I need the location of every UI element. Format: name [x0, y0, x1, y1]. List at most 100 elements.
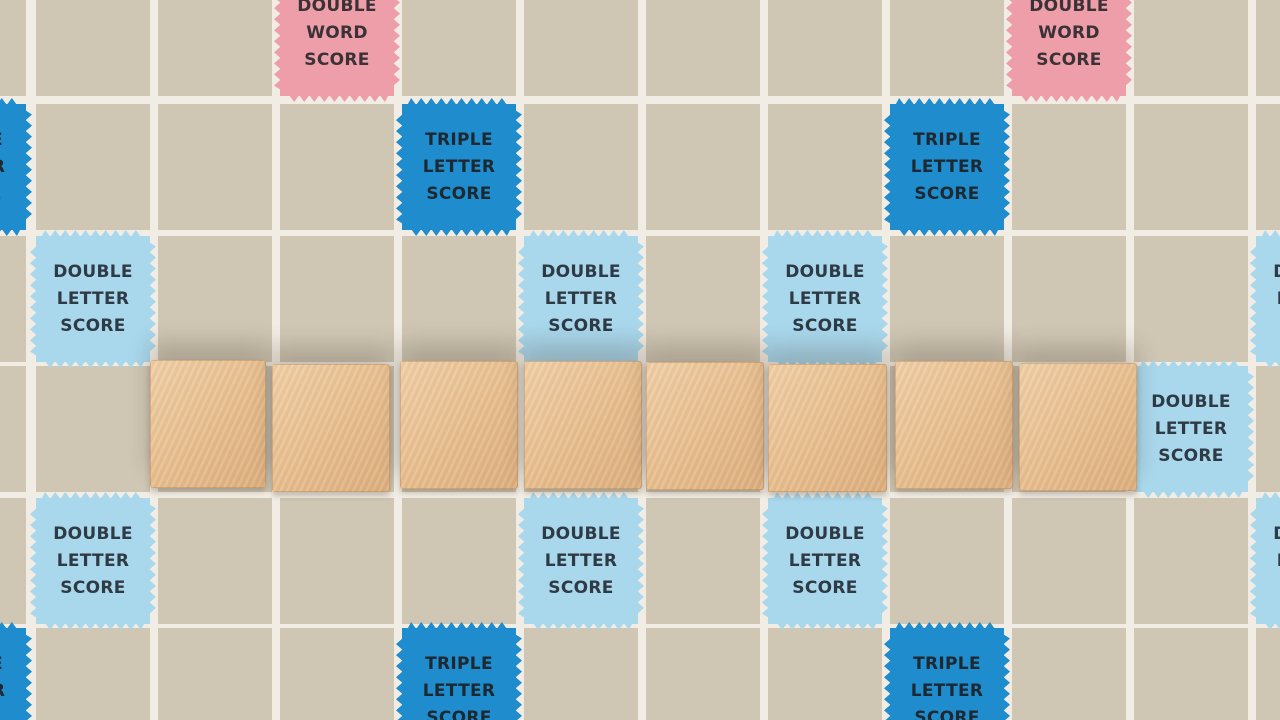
- board-square: [36, 0, 150, 96]
- premium-label: DOUBLELETTERSCORE: [1151, 389, 1231, 470]
- blank-wooden-tile[interactable]: [1019, 363, 1137, 491]
- premium-label-line: DOUBLE: [1151, 391, 1231, 412]
- board-square: [0, 366, 26, 492]
- triple-letter-square: TRIPLELETTERSCORE: [402, 104, 516, 230]
- premium-label: TRIPLELETTERSCORE: [0, 651, 5, 720]
- premium-label-line: SCORE: [304, 49, 370, 70]
- board-square: [158, 104, 272, 230]
- premium-label-line: DOUBLE: [785, 261, 865, 282]
- premium-label-line: TRIPLE: [0, 127, 3, 154]
- board-square: [1256, 366, 1280, 492]
- blank-wooden-tile[interactable]: [400, 361, 518, 489]
- board-square: [36, 104, 150, 230]
- board-square: [1012, 628, 1126, 720]
- board-square: [1256, 104, 1280, 230]
- premium-label: DOUBLELETTERSCORE: [1273, 259, 1280, 340]
- board-square: [158, 0, 272, 96]
- premium-label: TRIPLELETTERSCORE: [423, 127, 496, 208]
- board-square: [280, 236, 394, 362]
- premium-label: TRIPLELETTERSCORE: [911, 127, 984, 208]
- board-square: [768, 104, 882, 230]
- board-square: [1134, 498, 1248, 624]
- premium-label-line: DOUBLE: [297, 0, 377, 16]
- board-square: [158, 236, 272, 362]
- double-letter-square: DOUBLE LETTER SCORE: [768, 498, 882, 624]
- premium-label-line: DOUBLE: [53, 261, 133, 282]
- board-square: [402, 498, 516, 624]
- premium-label-line: SCORE: [548, 315, 614, 336]
- premium-label-line: LETTER: [544, 288, 618, 309]
- premium-label-line: DOUBLE: [541, 261, 621, 282]
- premium-label-line: LETTER: [1154, 418, 1228, 439]
- triple-letter-square: TRIPLELETTERSCORE: [0, 104, 26, 230]
- board-square: [1134, 0, 1248, 96]
- premium-label: DOUBLELETTERSCORE: [1273, 521, 1280, 602]
- board-square: [1256, 0, 1280, 96]
- board-square: [36, 628, 150, 720]
- premium-label-line: SCORE: [914, 183, 980, 204]
- board-square: [1012, 104, 1126, 230]
- blank-wooden-tile[interactable]: [524, 361, 642, 489]
- double-letter-square: DOUBLELETTERSCORE: [524, 498, 638, 624]
- blank-wooden-tile[interactable]: [895, 361, 1013, 489]
- premium-label: DOUBLE LETTER SCORE: [541, 259, 621, 340]
- premium-label-line: LETTER: [788, 550, 862, 571]
- premium-label-line: SCORE: [426, 183, 492, 204]
- premium-label-line: SCORE: [792, 315, 858, 336]
- double-letter-square: DOUBLE LETTER SCORE: [36, 236, 150, 362]
- triple-letter-square: TRIPLELETTERSCORE: [402, 628, 516, 720]
- premium-label-line: LETTER: [788, 288, 862, 309]
- premium-label-line: LETTER: [0, 154, 5, 181]
- double-letter-square: DOUBLELETTERSCORE: [36, 498, 150, 624]
- blank-wooden-tile[interactable]: [768, 364, 887, 492]
- premium-label-line: LETTER: [544, 550, 618, 571]
- premium-label-line: SCORE: [548, 577, 614, 598]
- premium-label-line: SCORE: [60, 315, 126, 336]
- premium-label-line: LETTER: [56, 288, 130, 309]
- blank-wooden-tile[interactable]: [272, 364, 390, 492]
- premium-label-line: LETTER: [0, 678, 5, 705]
- premium-label-line: TRIPLE: [913, 129, 981, 150]
- board-square: [524, 0, 638, 96]
- premium-label: DOUBLE WORD SCORE: [1029, 0, 1109, 74]
- premium-label-line: TRIPLE: [913, 653, 981, 674]
- triple-letter-square: TRIPLELETTERSCORE: [890, 104, 1004, 230]
- board-square: [158, 628, 272, 720]
- board-square: [890, 498, 1004, 624]
- double-letter-square: DOUBLELETTERSCORE: [1256, 498, 1280, 624]
- premium-label-line: DOUBLE: [1273, 521, 1280, 548]
- board-square: [0, 498, 26, 624]
- board-square: [402, 236, 516, 362]
- triple-letter-square: TRIPLELETTERSCORE: [890, 628, 1004, 720]
- premium-label-line: SCORE: [60, 577, 126, 598]
- board-square: [890, 236, 1004, 362]
- double-word-square: DOUBLE WORD SCORE: [1012, 0, 1126, 96]
- board-square: [1134, 236, 1248, 362]
- premium-label-line: DOUBLE: [785, 523, 865, 544]
- premium-label-line: TRIPLE: [425, 653, 493, 674]
- premium-label: TRIPLELETTERSCORE: [0, 127, 5, 208]
- premium-label-line: SCORE: [0, 181, 2, 208]
- premium-label: DOUBLE LETTER SCORE: [785, 259, 865, 340]
- double-letter-square: DOUBLELETTERSCORE: [1256, 236, 1280, 362]
- scrabble-board: DOUBLE WORD SCORE DOUBLE WORD SCORE TRIPLE LETT…: [0, 0, 1280, 720]
- premium-label: DOUBLELETTERSCORE: [53, 521, 133, 602]
- blank-wooden-tile[interactable]: [646, 362, 764, 490]
- premium-label-line: TRIPLE: [0, 651, 3, 678]
- board-square: [646, 236, 760, 362]
- premium-label-line: LETTER: [910, 680, 984, 701]
- premium-label: TRIPLELETTERSCORE: [911, 651, 984, 720]
- board-square: [524, 628, 638, 720]
- premium-label-line: LETTER: [422, 156, 496, 177]
- board-square: [280, 628, 394, 720]
- board-square: [646, 104, 760, 230]
- board-square: [0, 0, 26, 96]
- premium-label-line: SCORE: [792, 577, 858, 598]
- board-square: [402, 0, 516, 96]
- double-letter-square: DOUBLELETTERSCORE: [1134, 366, 1248, 492]
- blank-wooden-tile[interactable]: [150, 360, 266, 488]
- premium-label-line: DOUBLE: [1273, 259, 1280, 286]
- board-square: [1012, 236, 1126, 362]
- board-square: [36, 366, 150, 492]
- board-square: [646, 498, 760, 624]
